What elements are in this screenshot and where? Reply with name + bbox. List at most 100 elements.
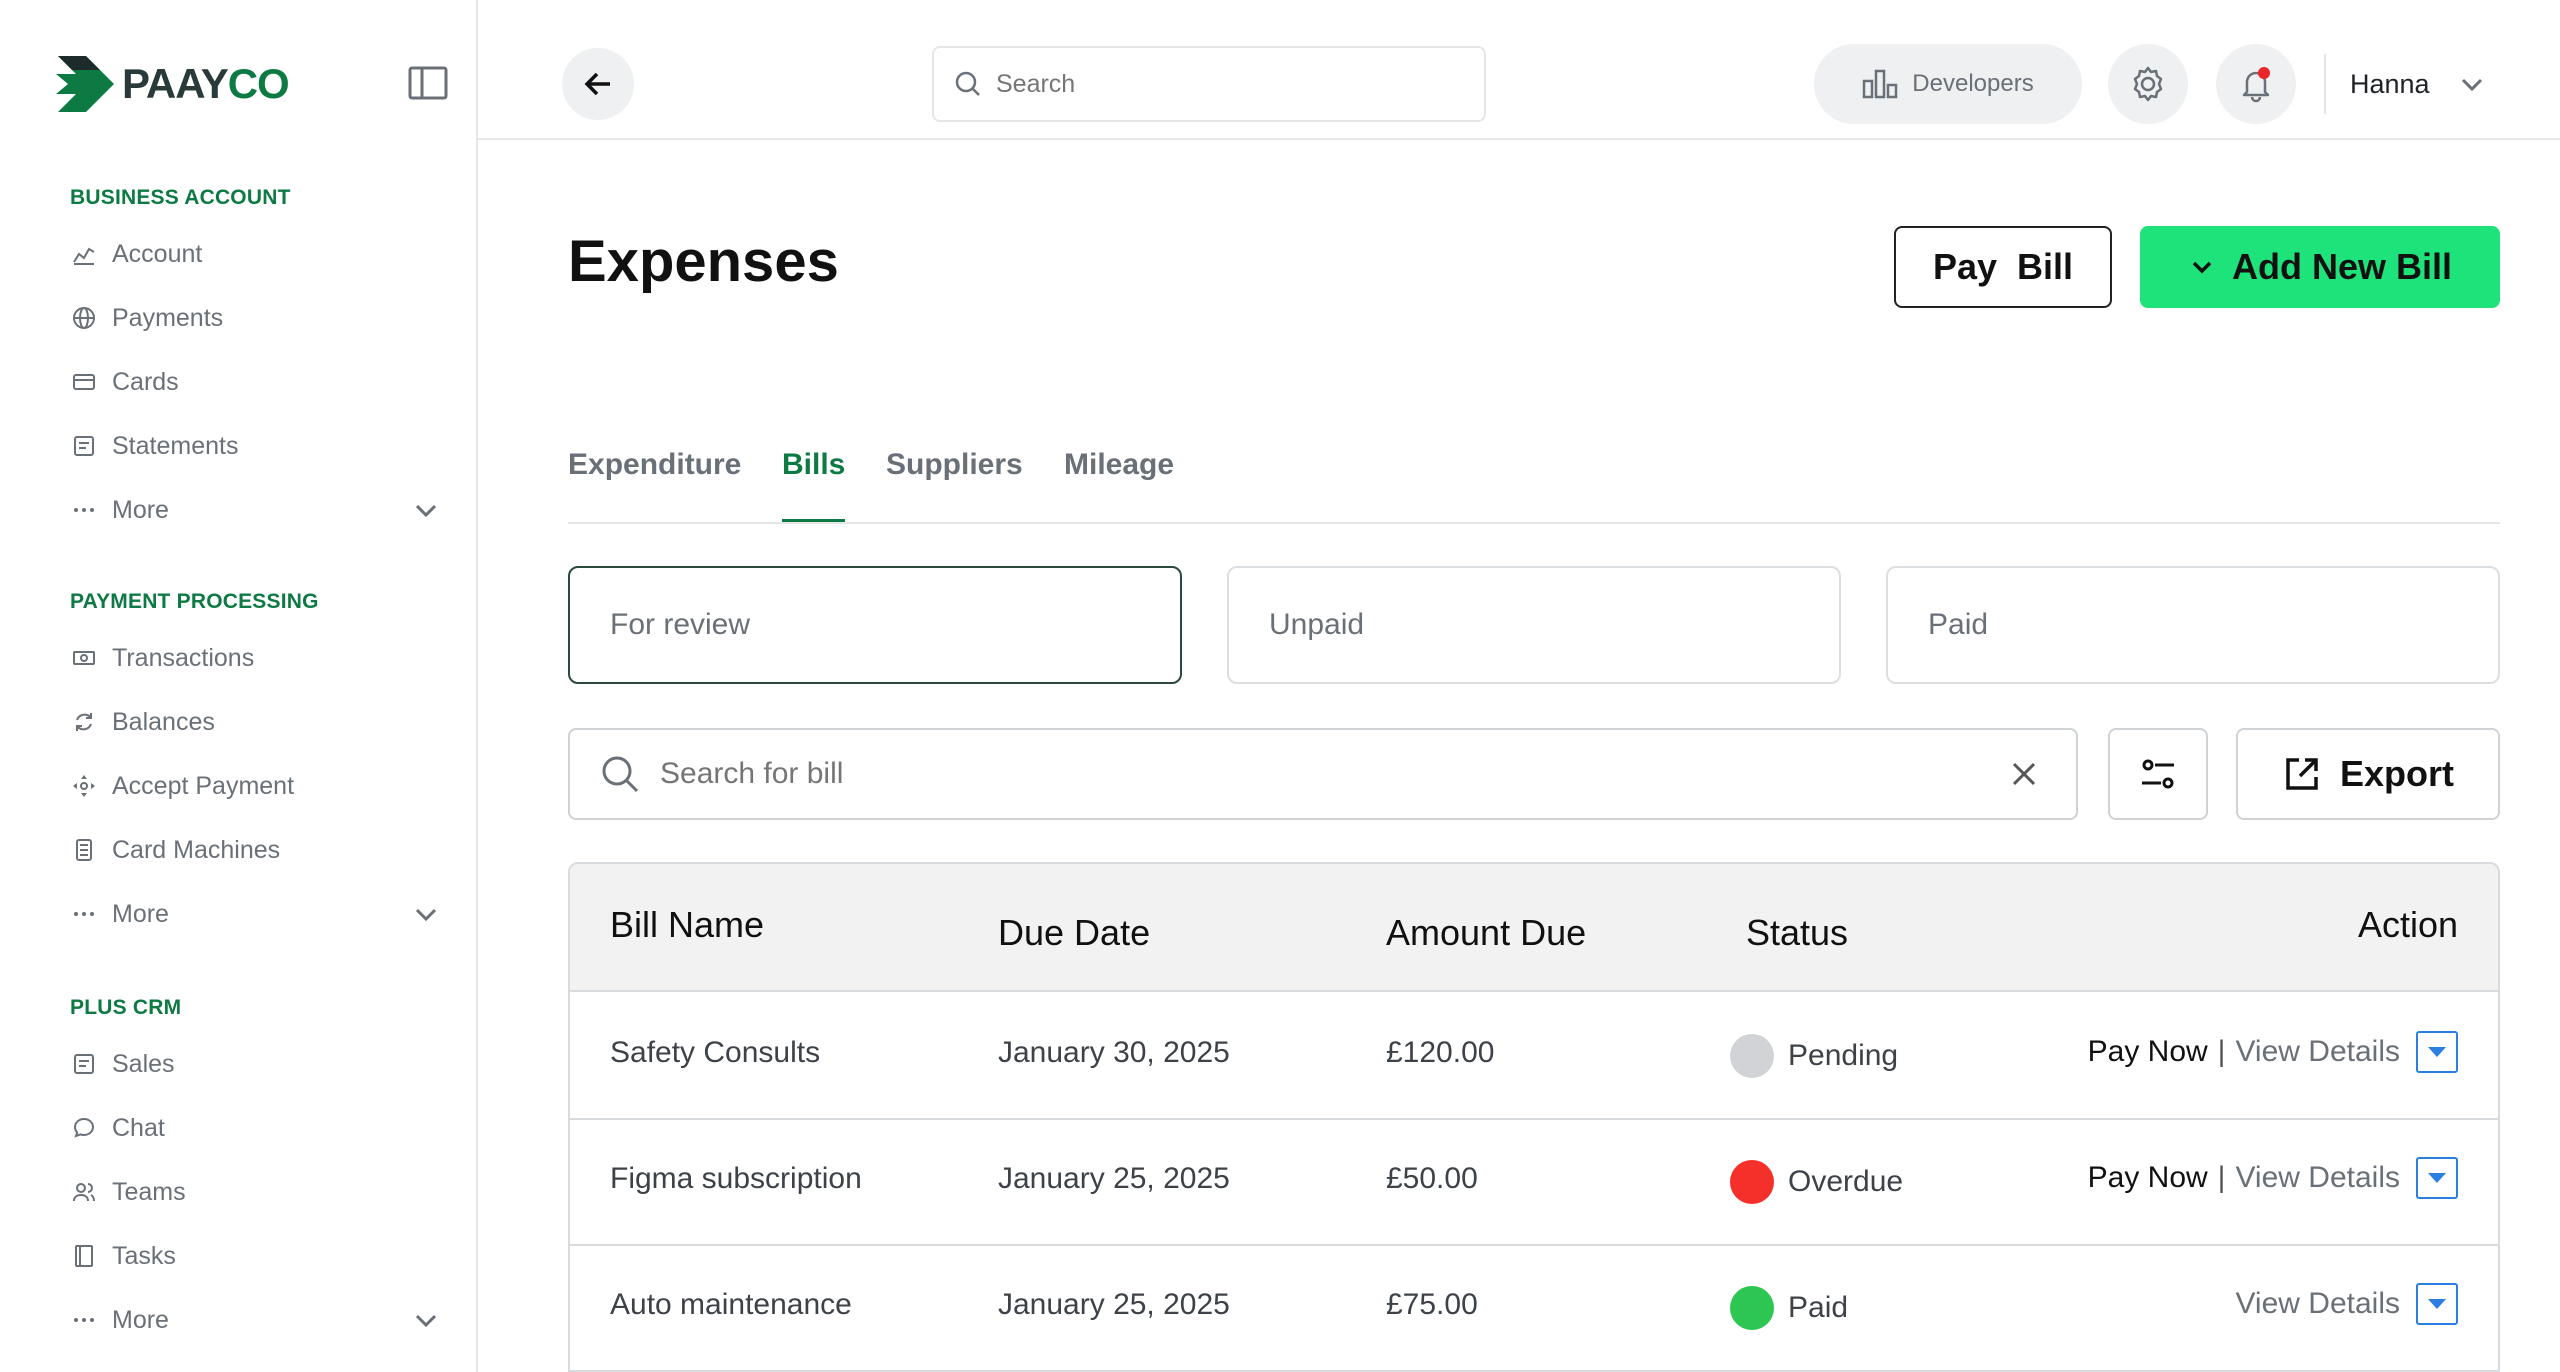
- logo-mark-icon: [56, 56, 114, 112]
- view-details-link[interactable]: View Details: [2235, 1287, 2400, 1321]
- sidebar-item-teams[interactable]: Teams: [70, 1172, 440, 1212]
- bill-name: Figma subscription: [610, 1162, 862, 1195]
- sidebar-item-chat[interactable]: Chat: [70, 1108, 440, 1148]
- caret-down-icon: [2428, 1047, 2446, 1057]
- view-details-link[interactable]: View Details: [2235, 1035, 2400, 1069]
- chevron-down-icon: [415, 1314, 437, 1328]
- sidebar-item-card-machines[interactable]: Card Machines: [70, 830, 440, 870]
- row-dropdown-button[interactable]: [2416, 1283, 2458, 1325]
- status-label: Pending: [1788, 1039, 1899, 1072]
- sidebar-item-label: Payments: [112, 303, 224, 332]
- sidebar-item-label: Teams: [112, 1177, 186, 1206]
- tab-mileage[interactable]: Mileage: [1064, 444, 1174, 522]
- bill-search[interactable]: [568, 728, 2078, 820]
- sidebar-item-label: Accept Payment: [112, 771, 295, 800]
- add-new-bill-label: Add New Bill: [2231, 246, 2452, 287]
- table-row: Figma subscription January 25, 2025 £50.…: [570, 1118, 2498, 1246]
- cash-icon: [70, 644, 98, 672]
- user-name: Hanna: [2350, 68, 2430, 99]
- chat-bubble-icon: [70, 1114, 98, 1142]
- table-row: Auto maintenance January 25, 2025 £75.00…: [570, 1244, 2498, 1372]
- card-icon: [70, 368, 98, 396]
- notifications-button[interactable]: [2216, 44, 2296, 124]
- pay-now-link[interactable]: Pay Now: [2088, 1161, 2208, 1195]
- amount-due: £75.00: [1386, 1288, 1478, 1321]
- search-icon: [602, 756, 639, 793]
- pay-now-link[interactable]: Pay Now: [2088, 1035, 2208, 1069]
- row-dropdown-button[interactable]: [2416, 1031, 2458, 1073]
- status-label: Overdue: [1788, 1165, 1904, 1198]
- global-search-input[interactable]: [996, 69, 1436, 99]
- ellipsis-icon: [70, 900, 98, 928]
- sidebar-toggle-icon[interactable]: [408, 66, 448, 100]
- sidebar-item-statements[interactable]: Statements: [70, 426, 440, 466]
- row-dropdown-button[interactable]: [2416, 1157, 2458, 1199]
- sidebar-item-cards[interactable]: Cards: [70, 362, 440, 402]
- close-icon[interactable]: [2006, 756, 2042, 792]
- sidebar-item-account[interactable]: Account: [70, 234, 440, 274]
- global-search[interactable]: [932, 46, 1486, 122]
- sidebar-item-more-crm[interactable]: More: [70, 1300, 440, 1340]
- chevron-down-icon: [415, 504, 437, 518]
- table-row: Safety Consults January 30, 2025 £120.00…: [570, 992, 2498, 1120]
- tab-bills[interactable]: Bills: [782, 444, 846, 522]
- export-button[interactable]: Export: [2236, 728, 2500, 820]
- sidebar-item-label: Account: [112, 239, 203, 268]
- tab-expenditure[interactable]: Expenditure: [568, 444, 741, 522]
- status-dot-icon: [1730, 1034, 1774, 1078]
- add-new-bill-button[interactable]: Add New Bill: [2140, 226, 2500, 308]
- export-label: Export: [2339, 753, 2454, 794]
- sidebar-item-label: Chat: [112, 1113, 165, 1142]
- refresh-icon: [70, 708, 98, 736]
- amount-due: £50.00: [1386, 1162, 1478, 1195]
- chevron-down-icon: [2192, 261, 2212, 274]
- globe-icon: [70, 304, 98, 332]
- chevron-down-icon: [415, 908, 437, 922]
- notebook-icon: [70, 1242, 98, 1270]
- document-icon: [70, 1050, 98, 1078]
- header-status: Status: [1746, 912, 1849, 953]
- sidebar-item-label: Transactions: [112, 643, 255, 672]
- chart-line-icon: [70, 240, 98, 268]
- table-header: Bill Name Due Date Amount Due Status Act…: [570, 864, 2498, 992]
- bill-search-input[interactable]: [660, 757, 1960, 791]
- sidebar-item-balances[interactable]: Balances: [70, 702, 440, 742]
- settings-button[interactable]: [2108, 44, 2188, 124]
- users-icon: [70, 1178, 98, 1206]
- bill-name: Safety Consults: [610, 1036, 821, 1069]
- header-action: Action: [2357, 904, 2458, 945]
- tab-bar: Expenditure Bills Suppliers Mileage: [568, 444, 2500, 524]
- brand-name: PAAYCO: [122, 60, 290, 107]
- filter-for-review[interactable]: For review: [568, 566, 1182, 684]
- brand-logo[interactable]: PAAYCO: [54, 56, 290, 112]
- sidebar-item-more-processing[interactable]: More: [70, 894, 440, 934]
- filter-unpaid[interactable]: Unpaid: [1227, 566, 1841, 684]
- sidebar-item-sales[interactable]: Sales: [70, 1044, 440, 1084]
- due-date: January 25, 2025: [998, 1162, 1230, 1195]
- view-details-link[interactable]: View Details: [2235, 1161, 2400, 1195]
- sidebar-item-transactions[interactable]: Transactions: [70, 638, 440, 678]
- sidebar-item-payments[interactable]: Payments: [70, 298, 440, 338]
- sidebar-item-more-business[interactable]: More: [70, 490, 440, 530]
- page-title: Expenses: [568, 229, 839, 294]
- sidebar-item-tasks[interactable]: Tasks: [70, 1236, 440, 1276]
- pay-bill-button[interactable]: Pay Bill: [1894, 226, 2112, 308]
- caret-down-icon: [2428, 1299, 2446, 1309]
- caret-down-icon: [2428, 1173, 2446, 1183]
- sidebar-item-accept-payment[interactable]: Accept Payment: [70, 766, 440, 806]
- filter-paid[interactable]: Paid: [1886, 566, 2500, 684]
- user-menu[interactable]: Hanna: [2350, 60, 2486, 108]
- status-label: Paid: [1788, 1291, 1849, 1324]
- gear-icon: [2133, 66, 2163, 102]
- status-badge: Overdue: [1730, 1158, 1903, 1206]
- tab-suppliers[interactable]: Suppliers: [886, 444, 1023, 522]
- building-chart-icon: [1863, 69, 1898, 99]
- back-button[interactable]: [562, 48, 634, 120]
- terminal-icon: [70, 836, 98, 864]
- developers-button[interactable]: Developers: [1814, 44, 2082, 124]
- filter-settings-button[interactable]: [2108, 728, 2208, 820]
- external-link-icon: [2286, 758, 2318, 790]
- due-date: January 30, 2025: [998, 1036, 1230, 1069]
- document-icon: [70, 432, 98, 460]
- header-bill-name: Bill Name: [610, 904, 765, 945]
